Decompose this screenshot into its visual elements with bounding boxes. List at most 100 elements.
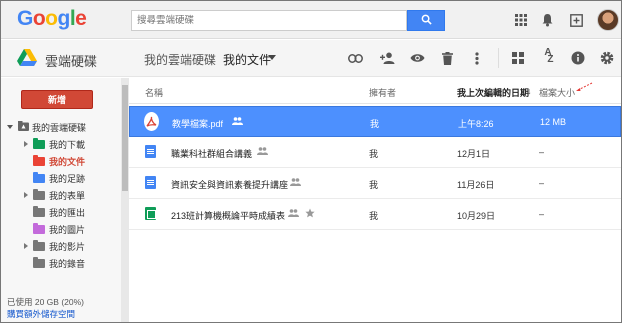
modified-cell: 11月26日 — [457, 180, 495, 190]
info-icon[interactable] — [569, 49, 587, 67]
drive-logo-icon[interactable] — [17, 49, 37, 67]
sidebar-item-documents[interactable]: 我的文件 — [23, 154, 86, 167]
folder-icon — [33, 239, 45, 251]
file-name[interactable]: 教學檔案.pdf — [172, 117, 223, 130]
expand-arrow-icon[interactable] — [23, 243, 29, 249]
drive-window: Google 雲端硬碟 我的雲端硬碟 › 我的文件 — [0, 0, 622, 323]
sidebar-item-footprints[interactable]: 我的足跡 — [23, 171, 86, 184]
size-cell: – — [539, 209, 545, 219]
add-person-icon[interactable] — [378, 49, 396, 67]
sheet-icon — [143, 206, 158, 221]
sidebar-item-label: 我的足跡 — [49, 173, 86, 184]
sidebar-item-exports[interactable]: 我的匯出 — [23, 205, 86, 218]
list-header: 名稱 擁有者 我上次編輯的日期 ↓ 檔案大小 — [129, 78, 621, 104]
search-box — [131, 10, 407, 31]
file-row[interactable]: 資訊安全與資訊素養提升講座 我 11月26日 – — [129, 168, 621, 199]
modified-cell: 上午8:26 — [458, 119, 494, 129]
sort-arrow-icon[interactable]: ↓ — [527, 86, 532, 96]
size-cell: – — [539, 178, 545, 188]
drive-toolbar: 雲端硬碟 我的雲端硬碟 › 我的文件 AZ — [1, 40, 621, 77]
link-icon[interactable] — [346, 49, 364, 67]
trash-icon[interactable] — [438, 49, 456, 67]
sidebar-item-label: 我的影片 — [49, 241, 86, 252]
sidebar-item-label: 我的文件 — [49, 156, 86, 167]
apps-icon[interactable] — [513, 12, 529, 28]
sidebar-scrollbar-thumb[interactable] — [122, 85, 128, 191]
sidebar-item-videos[interactable]: 我的影片 — [23, 239, 86, 252]
grid-view-icon[interactable] — [509, 49, 527, 67]
settings-icon[interactable] — [598, 49, 616, 67]
doc-icon — [143, 175, 158, 190]
pointer-cursor-icon — [575, 82, 593, 92]
shared-icon — [232, 117, 243, 126]
new-button[interactable]: 新增 — [21, 90, 93, 109]
column-header-modified[interactable]: 我上次編輯的日期 — [457, 86, 529, 99]
google-bar: Google — [1, 1, 621, 39]
column-header-size[interactable]: 檔案大小 — [539, 86, 575, 99]
modified-cell: 10月29日 — [457, 211, 496, 221]
logo-letter: e — [75, 7, 87, 30]
size-cell: – — [539, 147, 545, 157]
file-name[interactable]: 213班計算機概論平時成績表 — [171, 209, 285, 222]
breadcrumb-current[interactable]: 我的文件 — [223, 51, 271, 68]
modified-cell: 12月1日 — [457, 149, 491, 159]
star-icon[interactable] — [305, 208, 316, 218]
shared-icon — [257, 147, 268, 156]
owner-cell: 我 — [369, 149, 379, 159]
logo-letter: o — [45, 7, 58, 30]
file-row[interactable]: 職業科社群組合講義 我 12月1日 – — [129, 137, 621, 168]
size-cell: 12 MB — [540, 117, 567, 127]
sidebar-item-forms[interactable]: 我的表單 — [23, 188, 86, 201]
sidebar-item-pictures[interactable]: 我的圖片 — [23, 222, 86, 235]
doc-icon — [143, 144, 158, 159]
google-logo[interactable]: Google — [17, 7, 87, 31]
expand-arrow-icon[interactable] — [23, 192, 29, 198]
owner-cell: 我 — [370, 119, 380, 129]
file-name[interactable]: 資訊安全與資訊素養提升講座 — [171, 178, 288, 191]
breadcrumb-root[interactable]: 我的雲端硬碟 — [144, 51, 216, 68]
pdf-icon — [144, 112, 159, 131]
logo-letter: G — [17, 7, 33, 30]
sidebar-item-label: 我的表單 — [49, 190, 86, 201]
buy-storage-link[interactable]: 購買額外儲存空間 — [7, 308, 75, 320]
breadcrumb-separator: › — [210, 49, 215, 65]
storage-usage: 已使用 20 GB (20%) — [7, 297, 84, 307]
sidebar-item-label: 我的錄音 — [49, 258, 86, 269]
chevron-down-icon[interactable] — [7, 125, 13, 129]
expand-arrow-icon[interactable] — [23, 141, 29, 147]
folder-icon — [33, 256, 45, 268]
folder-icon — [33, 205, 45, 217]
folder-icon — [33, 137, 45, 149]
file-row[interactable]: 教學檔案.pdf 我 上午8:26 12 MB — [129, 106, 621, 137]
app-name[interactable]: 雲端硬碟 — [45, 51, 97, 70]
sidebar-item-label: 我的雲端硬碟 — [32, 122, 87, 133]
sidebar: 新增 我的雲端硬碟 我的下載 我的文件 我的足跡 我的表單 我的匯出 我的圖片 … — [1, 78, 121, 322]
file-list: 名稱 擁有者 我上次編輯的日期 ↓ 檔案大小 教學檔案.pdf 我 上午8:26… — [129, 78, 621, 322]
toolbar-divider — [498, 48, 499, 68]
search-button[interactable] — [407, 10, 445, 31]
preview-eye-icon[interactable] — [408, 49, 426, 67]
logo-letter: g — [57, 7, 71, 30]
column-header-name[interactable]: 名稱 — [145, 86, 163, 99]
more-vert-icon[interactable] — [468, 49, 486, 67]
sort-az-icon[interactable]: AZ — [539, 48, 557, 67]
share-plus-icon[interactable] — [568, 12, 584, 28]
file-row[interactable]: 213班計算機概論平時成績表 我 10月29日 – — [129, 199, 621, 230]
sidebar-item-recordings[interactable]: 我的錄音 — [23, 256, 86, 269]
sidebar-item-my-drive[interactable]: 我的雲端硬碟 — [7, 121, 86, 133]
file-name[interactable]: 職業科社群組合講義 — [171, 147, 252, 160]
avatar[interactable] — [597, 9, 619, 31]
owner-cell: 我 — [369, 211, 379, 221]
shared-icon — [288, 209, 299, 218]
notifications-icon[interactable] — [539, 12, 555, 28]
folder-icon — [33, 171, 45, 183]
search-input[interactable] — [132, 11, 406, 30]
sidebar-item-label: 我的圖片 — [49, 224, 86, 235]
sidebar-item-label: 我的匯出 — [49, 207, 86, 218]
owner-cell: 我 — [369, 180, 379, 190]
chevron-down-icon[interactable] — [268, 55, 276, 60]
sidebar-item-downloads[interactable]: 我的下載 — [23, 137, 85, 150]
my-drive-icon — [18, 121, 29, 133]
column-header-owner[interactable]: 擁有者 — [369, 86, 396, 99]
folder-icon — [33, 222, 45, 234]
